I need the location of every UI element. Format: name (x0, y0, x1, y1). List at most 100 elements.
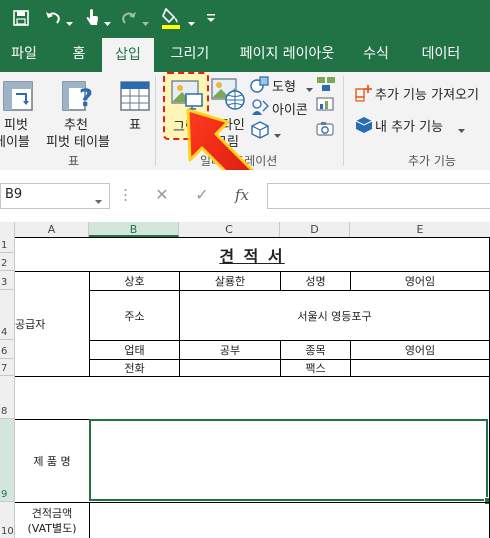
touch-dropdown-icon[interactable] (104, 16, 111, 26)
column-headers: A B C D E (0, 222, 490, 238)
address-value-cell[interactable]: 서울시 영등포구 (179, 290, 489, 340)
fax-label: 팩스 (305, 362, 326, 375)
fax-value-cell[interactable] (350, 359, 489, 376)
redo-icon[interactable] (120, 9, 138, 27)
formula-bar-grip-icon[interactable] (124, 188, 127, 202)
addins-store-icon (355, 84, 373, 102)
row-header-9[interactable]: 9 (0, 419, 14, 502)
name-label-cell[interactable]: 성명 (280, 271, 350, 290)
column-header-c[interactable]: C (179, 222, 280, 237)
tab-page-layout[interactable]: 페이지 레이아웃 (228, 36, 346, 72)
insert-function-icon[interactable]: fx (228, 184, 256, 206)
name-box-value: B9 (5, 187, 23, 202)
company-label: 상호 (124, 275, 145, 288)
row-header-7[interactable]: 7 (0, 359, 14, 376)
amount-value-cell[interactable] (89, 502, 489, 538)
row-header-1[interactable]: 1 (0, 237, 14, 253)
tab-data[interactable]: 데이터 (410, 36, 472, 72)
pivot-table-button[interactable]: 피벗 테이블 (0, 74, 50, 150)
my-addins-label: 내 추가 기능 (375, 120, 444, 135)
column-header-a[interactable]: A (15, 222, 89, 237)
shapes-dropdown-icon (306, 82, 313, 92)
customize-icon[interactable] (207, 12, 215, 22)
row-header-2[interactable]: 2 (0, 253, 14, 271)
smartart-icon[interactable] (316, 75, 336, 93)
biz-type-value-cell[interactable]: 공부 (179, 340, 280, 359)
3d-models-dropdown-icon (274, 128, 281, 138)
address-value: 서울시 영등포구 (297, 309, 372, 323)
row-header-8[interactable]: 8 (0, 376, 14, 419)
tab-home[interactable]: 홈 (58, 36, 100, 72)
estimate-title: 견 적 서 (219, 246, 285, 266)
tab-insert[interactable]: 삽입 (102, 38, 154, 72)
screenshot-icon[interactable] (316, 120, 336, 138)
row-header-6[interactable]: 6 (0, 340, 14, 359)
group-divider (155, 76, 156, 166)
sheet-grid: 견 적 서 공급자 상호 살룡한 성명 영어임 주소 서울시 영등포구 업태 공… (15, 237, 490, 538)
fax-label-cell[interactable]: 팩스 (280, 359, 350, 376)
address-label-cell[interactable]: 주소 (89, 290, 179, 340)
supplier-label: 공급자 (15, 318, 46, 331)
title-bar (0, 0, 490, 36)
table-button[interactable]: 표 (118, 74, 152, 148)
blank-row-8[interactable] (15, 376, 489, 419)
phone-value-cell[interactable] (179, 359, 280, 376)
undo-icon[interactable] (44, 9, 62, 27)
enter-icon[interactable]: ✓ (190, 184, 214, 206)
save-icon[interactable] (13, 10, 29, 26)
category-value-cell[interactable]: 영어임 (350, 340, 489, 359)
name-label: 성명 (305, 275, 326, 288)
select-all-corner[interactable] (0, 222, 15, 237)
chart-icon[interactable] (316, 97, 336, 115)
amount-label-1: 견적금액 (31, 506, 73, 520)
phone-label-cell[interactable]: 전화 (89, 359, 179, 376)
category-value: 영어임 (404, 344, 436, 357)
amount-label-cell[interactable]: 견적금액 (VAT별도) (15, 502, 89, 538)
pivot-table-label-2: 테이블 (0, 135, 30, 150)
row-header-4[interactable]: 4 (0, 290, 14, 340)
name-box-dropdown-icon[interactable] (95, 194, 102, 204)
row-header-10[interactable]: 10 (0, 502, 14, 538)
undo-dropdown-icon[interactable] (66, 16, 73, 26)
tables-group-label: 표 (68, 154, 80, 168)
biz-type-value: 공부 (219, 344, 241, 357)
column-header-d[interactable]: D (280, 222, 350, 237)
row-header-3[interactable]: 3 (0, 271, 14, 290)
table-label: 표 (129, 118, 141, 133)
selected-cell-b9[interactable] (89, 419, 488, 501)
my-addins-dropdown-icon (458, 123, 465, 133)
my-addins-icon (355, 116, 373, 134)
name-box[interactable]: B9 (0, 183, 110, 209)
supplier-label-cell[interactable]: 공급자 (15, 271, 89, 376)
category-label-cell[interactable]: 종목 (280, 340, 350, 359)
biz-type-label: 업태 (124, 344, 145, 357)
column-header-b[interactable]: B (89, 222, 179, 237)
name-value-cell[interactable]: 영어임 (350, 271, 489, 290)
shapes-button[interactable]: 도형 (250, 74, 320, 95)
highlight-dropdown-icon[interactable] (188, 16, 195, 26)
tab-file[interactable]: 파일 (0, 36, 48, 72)
touch-mode-icon[interactable] (84, 8, 100, 28)
company-label-cell[interactable]: 상호 (89, 271, 179, 290)
column-header-e[interactable]: E (350, 222, 490, 237)
estimate-title-cell[interactable]: 견 적 서 (15, 237, 489, 271)
redo-dropdown-icon[interactable] (142, 16, 149, 26)
get-addins-button[interactable]: 추가 기능 가져오기 (355, 82, 490, 104)
tab-draw[interactable]: 그리기 (160, 36, 220, 72)
highlight-icon[interactable] (160, 6, 182, 30)
recommended-pivot-icon: ? (62, 80, 96, 112)
recommended-pivot-button[interactable]: ? 추천 피벗 테이블 (46, 74, 116, 150)
pivot-table-icon (2, 80, 34, 112)
cancel-icon[interactable]: ✕ (150, 184, 174, 206)
formula-input[interactable] (267, 183, 490, 209)
addins-group-label: 추가 기능 (408, 154, 456, 168)
company-value-cell[interactable]: 살룡한 (179, 271, 280, 290)
address-label: 주소 (124, 309, 145, 323)
group-divider-2 (343, 76, 344, 166)
table-icon (120, 80, 150, 112)
my-addins-button[interactable]: 내 추가 기능 (355, 114, 475, 136)
tab-formulas[interactable]: 수식 (352, 36, 400, 72)
biz-type-label-cell[interactable]: 업태 (89, 340, 179, 359)
product-label-cell[interactable]: 제 품 명 (15, 419, 89, 502)
picture-icon (171, 80, 203, 110)
